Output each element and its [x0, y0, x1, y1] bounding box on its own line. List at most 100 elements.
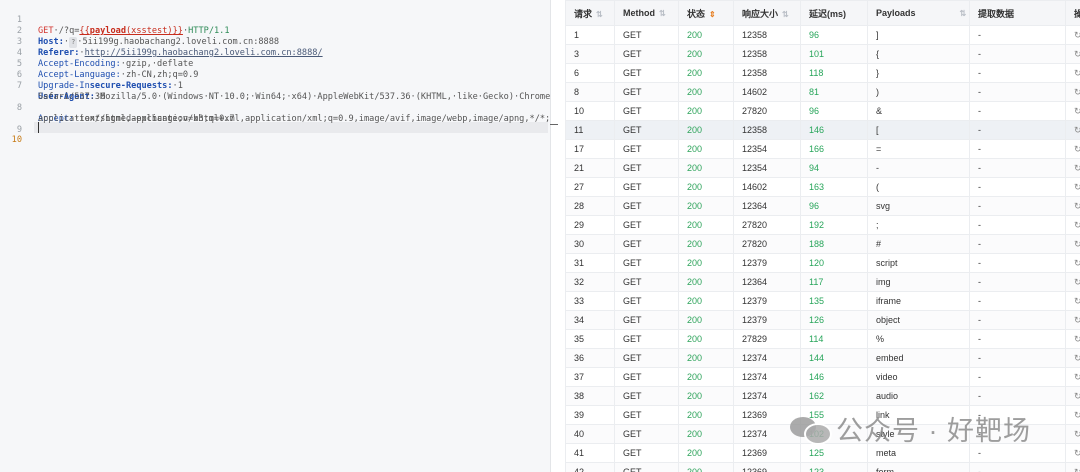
cell-action[interactable]: ↻ — [1065, 291, 1080, 311]
table-row[interactable]: 36GET20012374144embed-↻ — [565, 348, 1080, 368]
table-row[interactable]: 34GET20012379126object-↻ — [565, 310, 1080, 330]
cell-action[interactable]: ↻ — [1065, 310, 1080, 330]
table-row[interactable]: 30GET20027820188#-↻ — [565, 234, 1080, 254]
table-row[interactable]: 41GET20012369125meta-↻ — [565, 443, 1080, 463]
resend-icon[interactable]: ↻ — [1074, 30, 1080, 40]
cell-action[interactable]: ↻ — [1065, 215, 1080, 235]
cell-status: 200 — [678, 139, 734, 159]
cell-action[interactable]: ↻ — [1065, 101, 1080, 121]
resend-icon[interactable]: ↻ — [1074, 410, 1080, 420]
resend-icon[interactable]: ↻ — [1074, 106, 1080, 116]
sort-icon[interactable]: ⇅ — [659, 9, 666, 18]
table-row[interactable]: 29GET20027820192;-↻ — [565, 215, 1080, 235]
table-row[interactable]: 40GET20012374102style-↻ — [565, 424, 1080, 444]
table-row[interactable]: 8GET2001460281)-↻ — [565, 82, 1080, 102]
table-row[interactable]: 37GET20012374146video-↻ — [565, 367, 1080, 387]
resend-icon[interactable]: ↻ — [1074, 429, 1080, 439]
cell-latency: 144 — [800, 348, 868, 368]
cell-action[interactable]: ↻ — [1065, 253, 1080, 273]
cell-action[interactable]: ↻ — [1065, 25, 1080, 45]
table-row[interactable]: 27GET20014602163(-↻ — [565, 177, 1080, 197]
table-row[interactable]: 17GET20012354166=-↻ — [565, 139, 1080, 159]
cell-status: 200 — [678, 462, 734, 472]
cell-payload: meta — [867, 443, 970, 463]
resend-icon[interactable]: ↻ — [1074, 353, 1080, 363]
cell-action[interactable]: ↻ — [1065, 443, 1080, 463]
cell-status: 200 — [678, 253, 734, 273]
resend-icon[interactable]: ↻ — [1074, 68, 1080, 78]
table-row[interactable]: 28GET2001236496svg-↻ — [565, 196, 1080, 216]
table-row[interactable]: 3GET20012358101{-↻ — [565, 44, 1080, 64]
cell-action[interactable]: ↻ — [1065, 386, 1080, 406]
table-row[interactable]: 11GET20012358146[-↻ — [565, 120, 1080, 140]
table-row[interactable]: 38GET20012374162audio-↻ — [565, 386, 1080, 406]
cell-action[interactable]: ↻ — [1065, 405, 1080, 425]
cell-action[interactable]: ↻ — [1065, 272, 1080, 292]
cell-action[interactable]: ↻ — [1065, 234, 1080, 254]
cell-action[interactable]: ↻ — [1065, 44, 1080, 64]
resend-icon[interactable]: ↻ — [1074, 258, 1080, 268]
col-header-extract[interactable]: 提取数据 — [969, 0, 1066, 26]
cell-action[interactable]: ↻ — [1065, 424, 1080, 444]
table-row[interactable]: 33GET20012379135iframe-↻ — [565, 291, 1080, 311]
sort-icon[interactable]: ⇅ — [960, 9, 967, 18]
cell-action[interactable]: ↻ — [1065, 120, 1080, 140]
resend-icon[interactable]: ↻ — [1074, 49, 1080, 59]
resend-icon[interactable]: ↻ — [1074, 391, 1080, 401]
cell-action[interactable]: ↻ — [1065, 82, 1080, 102]
table-row[interactable]: 6GET20012358118}-↻ — [565, 63, 1080, 83]
table-row[interactable]: 32GET20012364117img-↻ — [565, 272, 1080, 292]
resend-icon[interactable]: ↻ — [1074, 182, 1080, 192]
resend-icon[interactable]: ↻ — [1074, 239, 1080, 249]
table-row[interactable]: 10GET2002782096&-↻ — [565, 101, 1080, 121]
col-header-request[interactable]: 请求 ⇅ — [565, 0, 615, 26]
cell-method: GET — [614, 329, 679, 349]
resend-icon[interactable]: ↻ — [1074, 277, 1080, 287]
results-table-container[interactable]: 请求 ⇅ Method ⇅ 状态 ⇕ 响应大小 ⇅ 延迟(ms) Payloads ⇅ 提… — [565, 0, 1080, 472]
col-header-size[interactable]: 响应大小 ⇅ — [733, 0, 801, 26]
cell-extract: - — [969, 63, 1066, 83]
cell-action[interactable]: ↻ — [1065, 158, 1080, 178]
table-row[interactable]: 42GET20012369123form- ↻ — [565, 462, 1080, 472]
cell-action[interactable]: ↻ — [1065, 63, 1080, 83]
table-row[interactable]: 21GET2001235494--↻ — [565, 158, 1080, 178]
cell-action[interactable]: ↻ — [1065, 367, 1080, 387]
resend-icon[interactable]: ↻ — [1074, 296, 1080, 306]
table-row[interactable]: 35GET20027829114%-↻ — [565, 329, 1080, 349]
cell-action[interactable]: ↻ — [1065, 177, 1080, 197]
col-header-payloads[interactable]: Payloads ⇅ — [867, 0, 970, 26]
cell-action[interactable]: ↻ — [1065, 196, 1080, 216]
col-header-method[interactable]: Method ⇅ — [614, 0, 679, 26]
cell-size: 12379 — [733, 310, 801, 330]
resend-icon[interactable]: ↻ — [1074, 220, 1080, 230]
cell-status: 200 — [678, 44, 734, 64]
cell-action[interactable]: ↻ — [1065, 329, 1080, 349]
table-row[interactable]: 39GET20012369155link-↻ — [565, 405, 1080, 425]
resend-icon[interactable]: ↻ — [1074, 315, 1080, 325]
resend-icon[interactable]: ↻ — [1074, 448, 1080, 458]
col-header-latency[interactable]: 延迟(ms) — [800, 0, 868, 26]
request-editor[interactable]: 1 GET·/?q={{payload(xsstest)}}·HTTP/1.1 … — [0, 0, 551, 472]
editor-line-1: 1 GET·/?q={{payload(xsstest)}}·HTTP/1.1 — [0, 4, 550, 36]
sort-icon[interactable]: ⇕ — [709, 10, 716, 19]
sort-icon[interactable]: ⇅ — [596, 10, 603, 19]
sort-icon[interactable]: ⇅ — [782, 10, 789, 19]
table-row[interactable]: 31GET20012379120script-↻ — [565, 253, 1080, 273]
resend-icon[interactable]: ↻ — [1074, 334, 1080, 344]
pane-splitter-handle[interactable] — [550, 124, 558, 125]
resend-icon[interactable]: ↻ — [1074, 163, 1080, 173]
cell-extract: - — [969, 234, 1066, 254]
cell-action[interactable]: ↻ — [1065, 348, 1080, 368]
cell-action[interactable]: ↻ — [1065, 462, 1080, 472]
cell-size: 12374 — [733, 424, 801, 444]
resend-icon[interactable]: ↻ — [1074, 201, 1080, 211]
resend-icon[interactable]: ↻ — [1074, 372, 1080, 382]
resend-icon[interactable]: ↻ — [1074, 87, 1080, 97]
col-header-status[interactable]: 状态 ⇕ — [678, 0, 734, 26]
resend-icon[interactable]: ↻ — [1074, 125, 1080, 135]
resend-icon[interactable]: ↻ — [1074, 467, 1080, 472]
table-row[interactable]: 1GET2001235896]-↻ — [565, 25, 1080, 45]
cell-action[interactable]: ↻ — [1065, 139, 1080, 159]
cell-method: GET — [614, 63, 679, 83]
resend-icon[interactable]: ↻ — [1074, 144, 1080, 154]
